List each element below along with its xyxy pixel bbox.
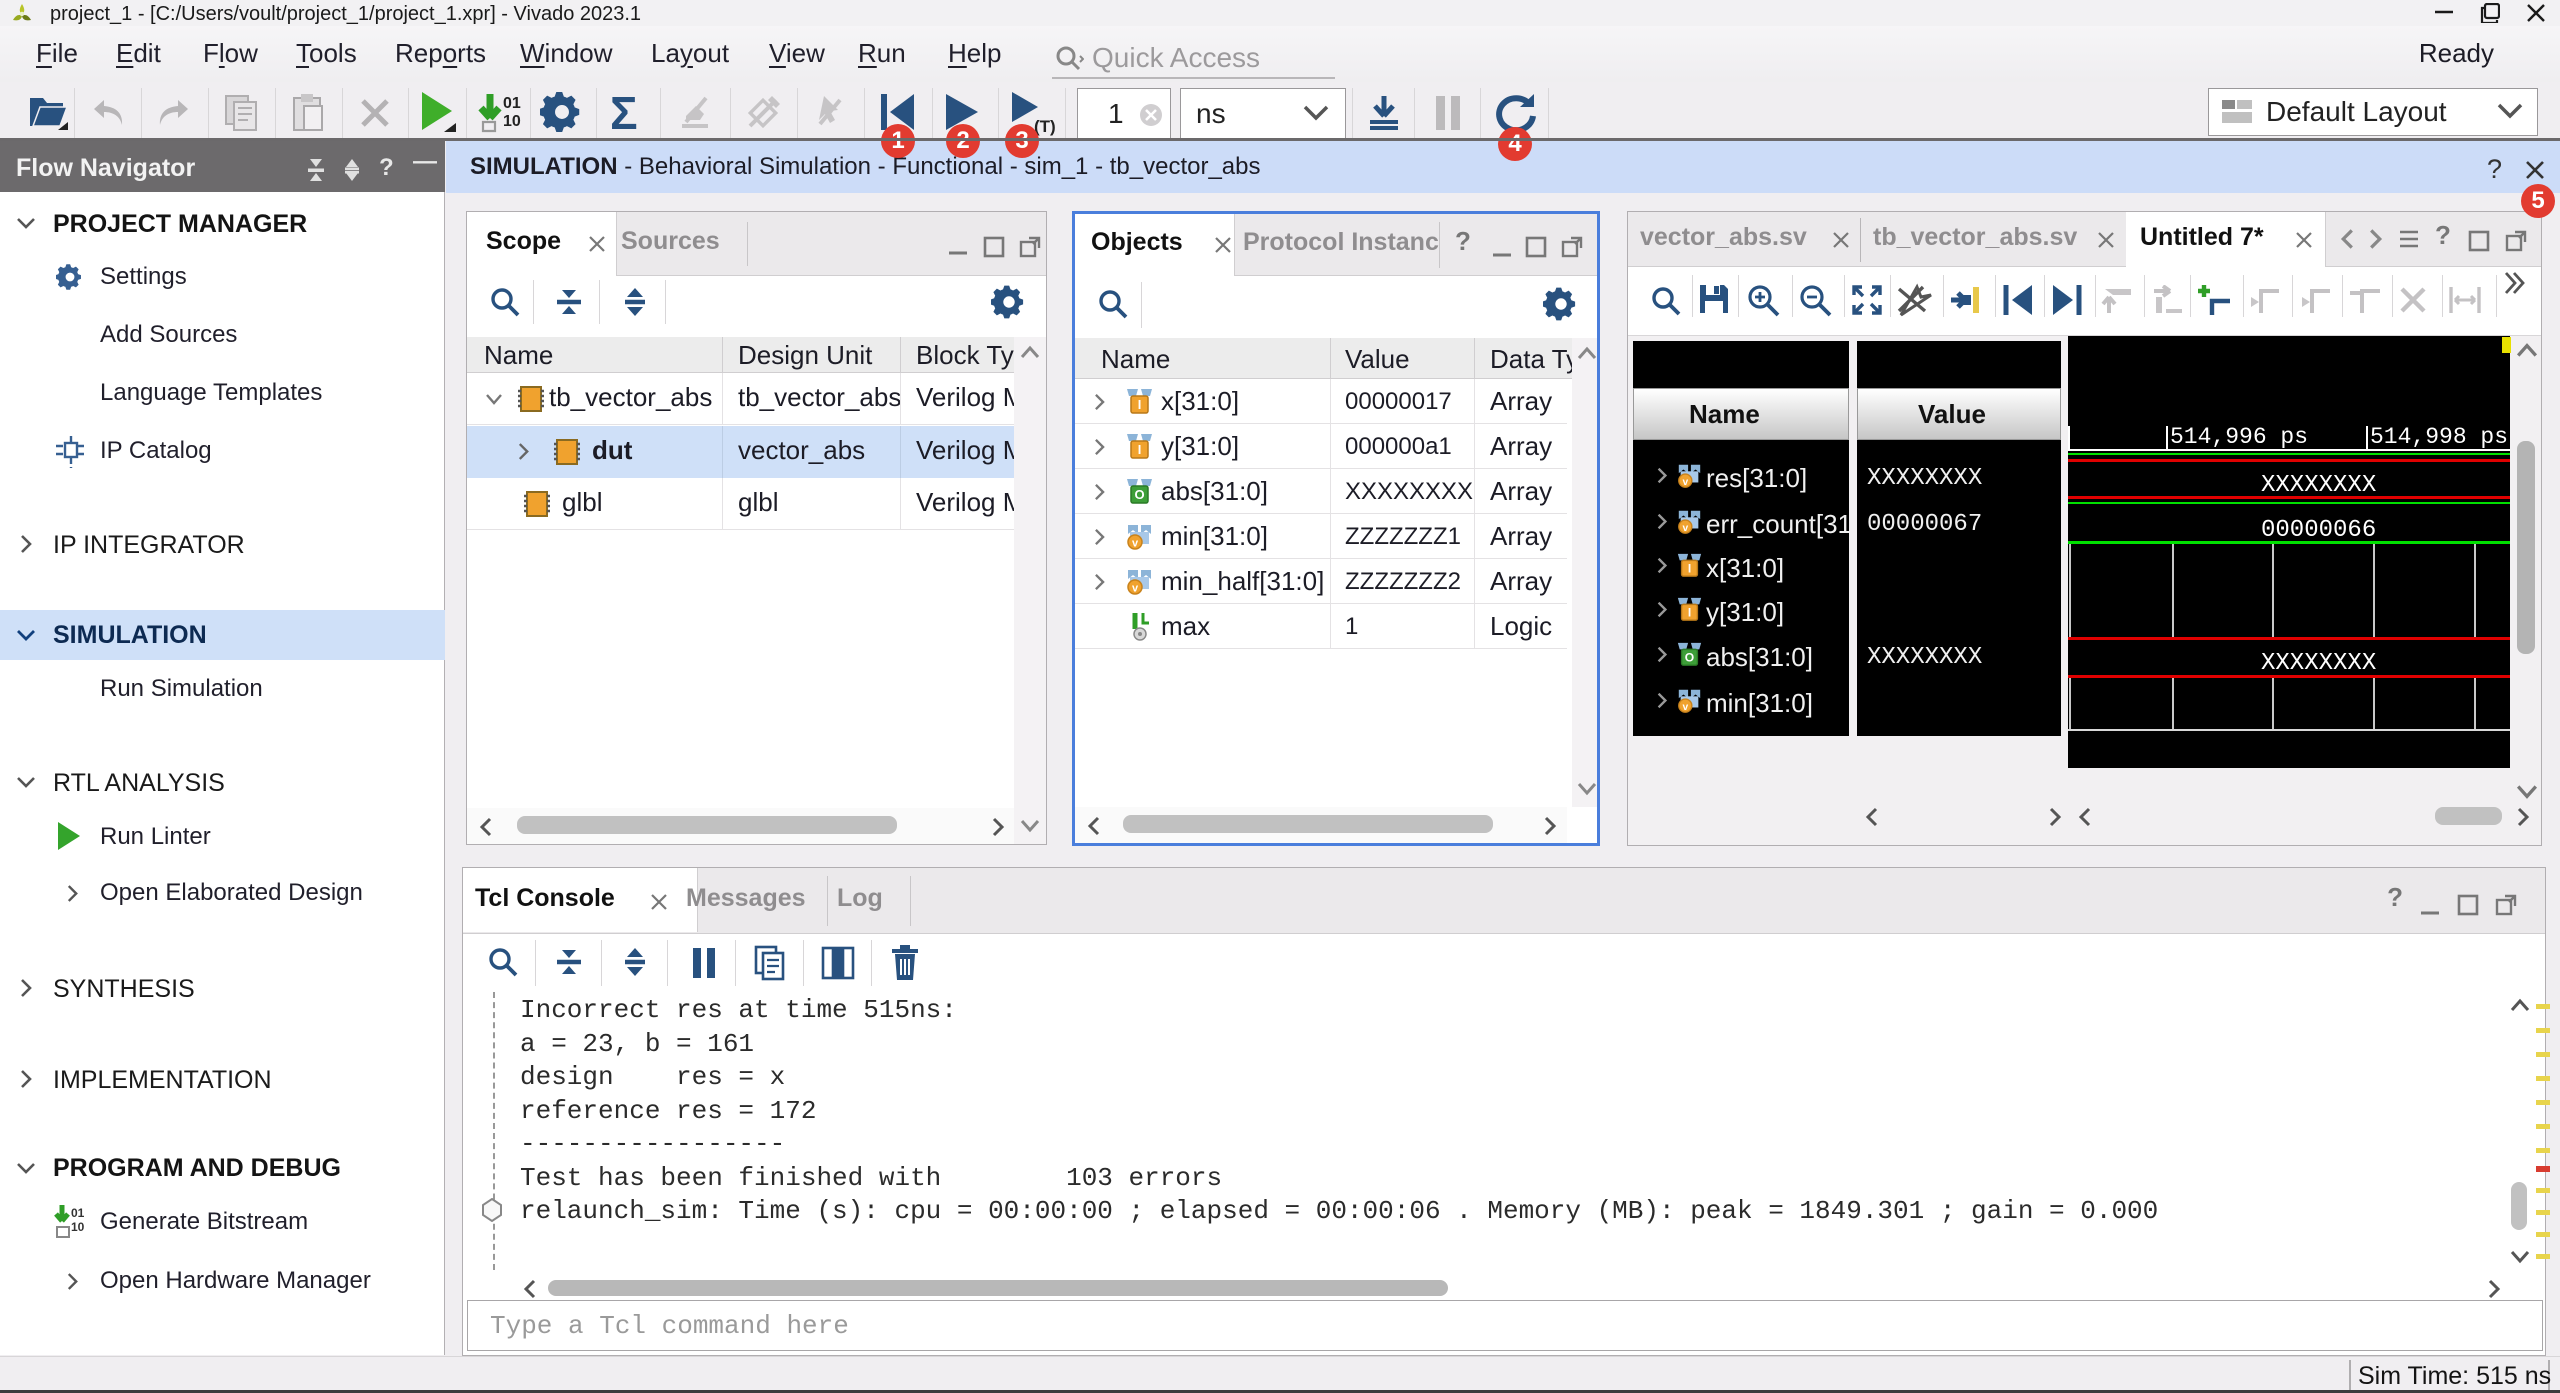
svg-text:v: v bbox=[1682, 523, 1688, 534]
svg-text:v: v bbox=[1682, 702, 1688, 713]
svg-text:I: I bbox=[1138, 397, 1142, 412]
svg-text:v: v bbox=[1132, 583, 1139, 595]
svg-text:I: I bbox=[1688, 561, 1691, 575]
svg-text:10: 10 bbox=[71, 1220, 85, 1234]
svg-text:10: 10 bbox=[503, 113, 521, 130]
svg-text:O: O bbox=[1685, 650, 1694, 664]
svg-text:v: v bbox=[1132, 538, 1139, 550]
svg-text:01: 01 bbox=[503, 95, 521, 112]
svg-text:v: v bbox=[1682, 477, 1688, 488]
svg-text:01: 01 bbox=[71, 1206, 85, 1220]
svg-text:I: I bbox=[1688, 605, 1691, 619]
svg-text:I: I bbox=[1138, 442, 1142, 457]
svg-text:O: O bbox=[1134, 487, 1144, 502]
